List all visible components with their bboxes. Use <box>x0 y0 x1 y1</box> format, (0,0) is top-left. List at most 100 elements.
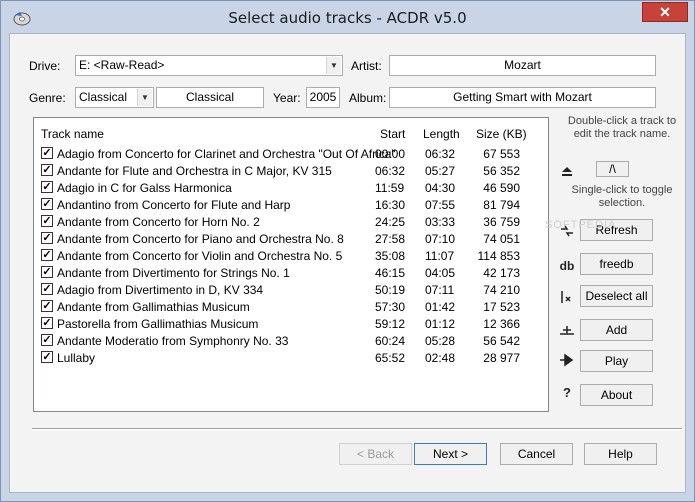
track-checkbox[interactable]: ✓ <box>41 232 53 244</box>
artist-input-value: Mozart <box>504 58 541 72</box>
track-start: 11:59 <box>375 181 405 195</box>
window-title: Select audio tracks - ACDR v5.0 <box>228 9 467 27</box>
track-size: 36 759 <box>483 215 520 229</box>
title-bar[interactable]: Select audio tracks - ACDR v5.0 ✕ <box>1 1 694 33</box>
genre-input[interactable]: Classical <box>156 87 264 108</box>
track-name: Andante from Concerto for Piano and Orch… <box>57 232 344 246</box>
track-checkbox[interactable]: ✓ <box>41 249 53 261</box>
track-name: Adagio from Divertimento in D, KV 334 <box>57 283 264 297</box>
track-row[interactable]: ✓ Pastorella from Gallimathias Musicum 5… <box>34 315 548 332</box>
track-checkbox[interactable]: ✓ <box>41 164 53 176</box>
edit-hint: Double-click a track to edit the track n… <box>567 115 677 140</box>
play-button[interactable]: Play <box>580 350 653 372</box>
track-row[interactable]: ✓ Adagio from Concerto for Clarinet and … <box>34 145 548 162</box>
column-header-length[interactable]: Length <box>423 127 460 141</box>
track-length: 03:33 <box>425 215 456 229</box>
track-checkbox[interactable]: ✓ <box>41 198 53 210</box>
track-checkbox[interactable]: ✓ <box>41 283 53 295</box>
track-row[interactable]: ✓ Andante from Concerto for Horn No. 2 2… <box>34 213 548 230</box>
year-input[interactable]: 2005 <box>306 87 340 108</box>
track-row[interactable]: ✓ Adagio in C for Galss Harmonica 11:59 … <box>34 179 548 196</box>
dialog-window: Select audio tracks - ACDR v5.0 ✕ Drive:… <box>0 0 695 502</box>
track-checkbox[interactable]: ✓ <box>41 300 53 312</box>
chevron-down-icon[interactable]: ▼ <box>137 89 152 106</box>
track-checkbox[interactable]: ✓ <box>41 351 53 363</box>
track-row[interactable]: ✓ Andante from Gallimathias Musicum 57:3… <box>34 298 548 315</box>
track-row[interactable]: ✓ Andante from Concerto for Piano and Or… <box>34 230 548 247</box>
drive-select-value: E: <Raw-Read> <box>79 58 165 72</box>
genre-select[interactable]: Classical ▼ <box>75 87 154 108</box>
track-length: 07:55 <box>425 198 456 212</box>
track-length: 05:27 <box>425 164 456 178</box>
play-icon <box>560 353 574 367</box>
deselect-all-button[interactable]: Deselect all <box>580 285 653 307</box>
column-header-size[interactable]: Size (KB) <box>476 127 527 141</box>
track-row[interactable]: ✓ Lullaby 65:52 02:48 28 977 <box>34 349 548 366</box>
about-button[interactable]: About <box>580 384 653 406</box>
track-length: 04:05 <box>425 266 456 280</box>
track-start: 16:30 <box>375 198 406 212</box>
column-header-track-name[interactable]: Track name <box>41 127 104 141</box>
year-input-value: 2005 <box>309 90 337 104</box>
track-list[interactable]: Track name Start Length Size (KB) ✓ Adag… <box>33 117 549 412</box>
track-size: 74 210 <box>483 283 520 297</box>
back-button[interactable]: < Back <box>339 443 412 465</box>
deselect-icon <box>561 291 571 303</box>
track-name: Andante from Concerto for Violin and Orc… <box>57 249 343 263</box>
track-checkbox[interactable]: ✓ <box>41 215 53 227</box>
track-checkbox[interactable]: ✓ <box>41 147 53 159</box>
track-size: 81 794 <box>483 198 520 212</box>
track-start: 60:24 <box>375 334 406 348</box>
next-button[interactable]: Next > <box>414 443 487 465</box>
track-row[interactable]: ✓ Andantino from Concerto for Flute and … <box>34 196 548 213</box>
artist-input[interactable]: Mozart <box>389 55 656 76</box>
track-start: 50:19 <box>375 283 406 297</box>
genre-select-value: Classical <box>79 90 128 104</box>
footer-divider <box>32 428 682 430</box>
close-button[interactable]: ✕ <box>642 2 688 22</box>
track-start: 06:32 <box>375 164 406 178</box>
track-row[interactable]: ✓ Adagio from Divertimento in D, KV 334 … <box>34 281 548 298</box>
drive-label: Drive: <box>29 59 61 73</box>
track-name: Andante for Flute and Orchestra in C Maj… <box>57 164 332 178</box>
track-start: 35:08 <box>375 249 406 263</box>
track-length: 07:10 <box>425 232 456 246</box>
track-row[interactable]: ✓ Andante for Flute and Orchestra in C M… <box>34 162 548 179</box>
track-row[interactable]: ✓ Andante from Concerto for Violin and O… <box>34 247 548 264</box>
eject-button[interactable]: /\ <box>596 161 629 177</box>
track-name: Adagio from Concerto for Clarinet and Or… <box>57 147 396 161</box>
track-length: 11:07 <box>425 249 455 263</box>
track-name: Andante from Concerto for Horn No. 2 <box>57 215 260 229</box>
track-name: Lullaby <box>57 351 96 365</box>
track-checkbox[interactable]: ✓ <box>41 266 53 278</box>
track-size: 74 051 <box>483 232 520 246</box>
add-icon <box>560 326 574 335</box>
track-name: Andantino from Concerto for Flute and Ha… <box>57 198 291 212</box>
chevron-down-icon[interactable]: ▼ <box>326 57 341 74</box>
track-checkbox[interactable]: ✓ <box>41 181 53 193</box>
track-size: 56 542 <box>483 334 520 348</box>
track-length: 02:48 <box>425 351 456 365</box>
dialog-client: Drive: E: <Raw-Read> ▼ Artist: Mozart Ge… <box>9 33 686 493</box>
add-button[interactable]: Add <box>580 319 653 341</box>
track-checkbox[interactable]: ✓ <box>41 317 53 329</box>
select-hint: Single-click to toggle selection. <box>571 184 673 209</box>
freedb-button[interactable]: freedb <box>580 253 653 275</box>
help-button[interactable]: Help <box>584 443 657 465</box>
track-start: 59:12 <box>375 317 406 331</box>
track-length: 01:42 <box>425 300 456 314</box>
track-name: Andante from Gallimathias Musicum <box>57 300 250 314</box>
track-start: 57:30 <box>375 300 406 314</box>
drive-select[interactable]: E: <Raw-Read> ▼ <box>75 55 343 76</box>
track-checkbox[interactable]: ✓ <box>41 334 53 346</box>
track-row[interactable]: ✓ Andante from Divertimento for Strings … <box>34 264 548 281</box>
album-input[interactable]: Getting Smart with Mozart <box>389 87 656 108</box>
freedb-icon: db <box>559 259 575 273</box>
track-name: Pastorella from Gallimathias Musicum <box>57 317 259 331</box>
column-header-start[interactable]: Start <box>380 127 405 141</box>
track-row[interactable]: ✓ Andante Moderatio from Symphonry No. 3… <box>34 332 548 349</box>
track-start: 00:00 <box>375 147 406 161</box>
track-length: 05:28 <box>425 334 456 348</box>
track-start: 24:25 <box>375 215 406 229</box>
cancel-button[interactable]: Cancel <box>500 443 573 465</box>
